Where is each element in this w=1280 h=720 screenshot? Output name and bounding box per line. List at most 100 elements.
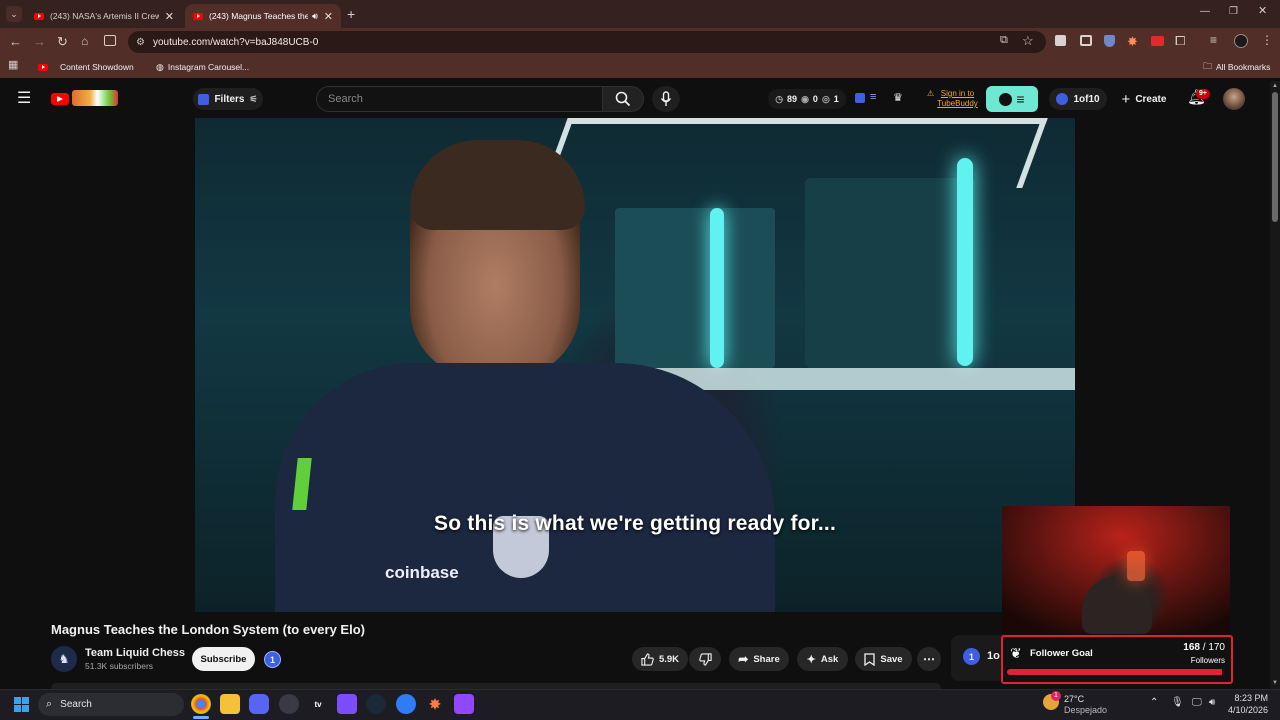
- sparkle-extension-icon[interactable]: ✸: [1127, 34, 1138, 50]
- youtube-doodle-logo[interactable]: [72, 90, 118, 106]
- side-panel-icon[interactable]: [104, 35, 116, 46]
- extension-stats[interactable]: ◷ 89 ◉ 0 ◎ 1: [768, 89, 846, 109]
- follower-goal-widget: ❦ Follower Goal 168 / 170 Followers: [1001, 635, 1233, 684]
- obs-icon[interactable]: [279, 694, 299, 714]
- thumbs-up-icon: [641, 652, 654, 666]
- like-button[interactable]: 5.9K: [632, 647, 688, 671]
- clock-time[interactable]: 8:23 PM: [1228, 693, 1268, 703]
- extension-1-icon[interactable]: [1055, 35, 1066, 46]
- volume-icon[interactable]: 🔊︎: [1209, 697, 1215, 708]
- extensions-puzzle-icon[interactable]: ⧠: [1175, 34, 1185, 47]
- apple-tv-icon[interactable]: tv: [308, 694, 328, 714]
- bookmark-instagram-carousel[interactable]: ◍ Instagram Carousel...: [156, 60, 249, 74]
- tray-chevron-icon[interactable]: ⌃: [1150, 697, 1158, 708]
- channel-name[interactable]: Team Liquid Chess: [85, 647, 185, 659]
- follower-goal-count: 168 / 170: [1183, 642, 1225, 653]
- warning-icon: ⚠: [927, 89, 935, 98]
- site-info-icon[interactable]: ⚙: [136, 37, 145, 48]
- extension-2-icon[interactable]: [1080, 35, 1092, 46]
- address-bar[interactable]: ⚙ youtube.com/watch?v=baJ848UCB-0: [128, 31, 1046, 53]
- youtube-extension-icon[interactable]: [1151, 36, 1164, 46]
- scrollbar-thumb[interactable]: [1272, 92, 1278, 222]
- voice-search-button[interactable]: [652, 86, 680, 112]
- steam-icon[interactable]: [366, 694, 386, 714]
- windows-start-icon[interactable]: [14, 697, 29, 712]
- chrome-app-icon[interactable]: [191, 694, 211, 714]
- home-icon[interactable]: ⌂: [81, 35, 88, 47]
- bookmark-star-icon[interactable]: ☆: [1022, 34, 1034, 47]
- sliders-icon: ⚟: [249, 93, 258, 104]
- weather-temperature[interactable]: 27°C: [1064, 694, 1084, 704]
- clock-date[interactable]: 4/10/2026: [1222, 705, 1268, 715]
- list-extension-icon[interactable]: ≡: [870, 91, 876, 103]
- reload-icon[interactable]: ↻: [57, 35, 68, 48]
- create-button[interactable]: + Create: [1115, 87, 1173, 111]
- shield-extension-icon[interactable]: [1104, 35, 1115, 47]
- taskbar-search[interactable]: ⌕ Search: [38, 693, 184, 716]
- minimize-button[interactable]: —: [1200, 7, 1210, 17]
- search-icon: [615, 91, 631, 107]
- tab-search-button[interactable]: ⌄: [6, 6, 22, 22]
- tab-close-icon[interactable]: ✕: [165, 10, 174, 23]
- more-actions-button[interactable]: ⋯: [917, 647, 941, 671]
- dislike-button[interactable]: [689, 647, 721, 671]
- oneof10-button[interactable]: 1of10: [1049, 88, 1107, 110]
- reading-list-icon[interactable]: ≡: [1210, 34, 1217, 46]
- subscribe-button[interactable]: Subscribe: [192, 647, 255, 671]
- menu-hamburger-icon[interactable]: ☰: [17, 91, 31, 107]
- scroll-down-arrow-icon[interactable]: ▼: [1272, 680, 1278, 686]
- microphone-icon[interactable]: 🎙︎: [1171, 697, 1184, 708]
- app-sparkle-icon[interactable]: ✸: [425, 694, 445, 714]
- apps-grid-icon[interactable]: ▦: [8, 60, 18, 71]
- scroll-up-arrow-icon[interactable]: ▲: [1272, 83, 1278, 89]
- discord-icon[interactable]: [249, 694, 269, 714]
- scene-person-hair: [410, 140, 585, 230]
- profile-avatar[interactable]: [1234, 34, 1248, 48]
- follower-goal-progress-fill: [1007, 669, 1223, 675]
- video-player[interactable]: coinbase: [195, 118, 1075, 612]
- trophy-icon[interactable]: ♛: [893, 91, 903, 104]
- channel-avatar[interactable]: ♞: [51, 646, 77, 672]
- browser-menu-icon[interactable]: ⋮: [1261, 34, 1273, 46]
- ask-button[interactable]: ✦ Ask: [797, 647, 848, 671]
- tubebuddy-logo-icon: [999, 92, 1013, 106]
- back-arrow-icon[interactable]: ←: [9, 35, 22, 48]
- webcam-lamp: [1127, 551, 1145, 581]
- filters-button[interactable]: Filters ⚟: [193, 88, 263, 110]
- weather-badge: 1: [1051, 691, 1061, 701]
- filters-extension-icon[interactable]: [855, 93, 865, 103]
- file-explorer-icon[interactable]: [220, 694, 240, 714]
- youtube-favicon-icon: [38, 63, 48, 71]
- youtube-favicon-icon: [193, 12, 203, 20]
- new-tab-button[interactable]: +: [347, 7, 355, 21]
- twitch-icon[interactable]: [454, 694, 474, 714]
- close-window-button[interactable]: ✕: [1258, 6, 1267, 17]
- tubebuddy-signin-link[interactable]: ⚠ Sign in to TubeBuddy: [927, 89, 978, 109]
- search-input[interactable]: Search: [316, 86, 602, 112]
- share-button[interactable]: ➦ Share: [729, 647, 789, 671]
- tab-magnus[interactable]: (243) Magnus Teaches the L 🔊︎ ✕: [185, 4, 341, 28]
- account-avatar[interactable]: [1223, 88, 1245, 110]
- app-grid-icon[interactable]: [337, 694, 357, 714]
- forward-arrow-icon[interactable]: →: [33, 35, 46, 48]
- all-bookmarks-folder[interactable]: 🗀︎ All Bookmarks: [1203, 60, 1270, 74]
- network-icon[interactable]: 🖵︎: [1192, 697, 1202, 708]
- search-button[interactable]: [602, 86, 644, 112]
- weather-description: Despejado: [1064, 705, 1108, 715]
- horse-logo-icon: ♞: [58, 652, 70, 666]
- tab-nasa[interactable]: (243) NASA's Artemis II Crew Co ✕: [26, 4, 182, 28]
- save-button[interactable]: Save: [855, 647, 912, 671]
- app-bird-icon[interactable]: [396, 694, 416, 714]
- follower-goal-progress: [1007, 669, 1225, 675]
- clock-icon: ◷: [775, 93, 784, 104]
- oneof10-badge[interactable]: 1: [264, 651, 281, 668]
- tubebuddy-button[interactable]: ≡: [986, 86, 1038, 112]
- bookmark-content-showdown[interactable]: Content Showdown: [38, 60, 134, 74]
- speaker-icon[interactable]: 🔊︎: [312, 11, 318, 22]
- install-app-icon[interactable]: ⧉: [1000, 35, 1008, 46]
- tab-close-icon[interactable]: ✕: [324, 10, 333, 23]
- scene-glow-bar: [710, 208, 724, 368]
- oneof10-side-logo-icon: 1: [963, 648, 980, 665]
- maximize-button[interactable]: ❐: [1229, 7, 1238, 17]
- thumbs-down-icon: [698, 652, 712, 666]
